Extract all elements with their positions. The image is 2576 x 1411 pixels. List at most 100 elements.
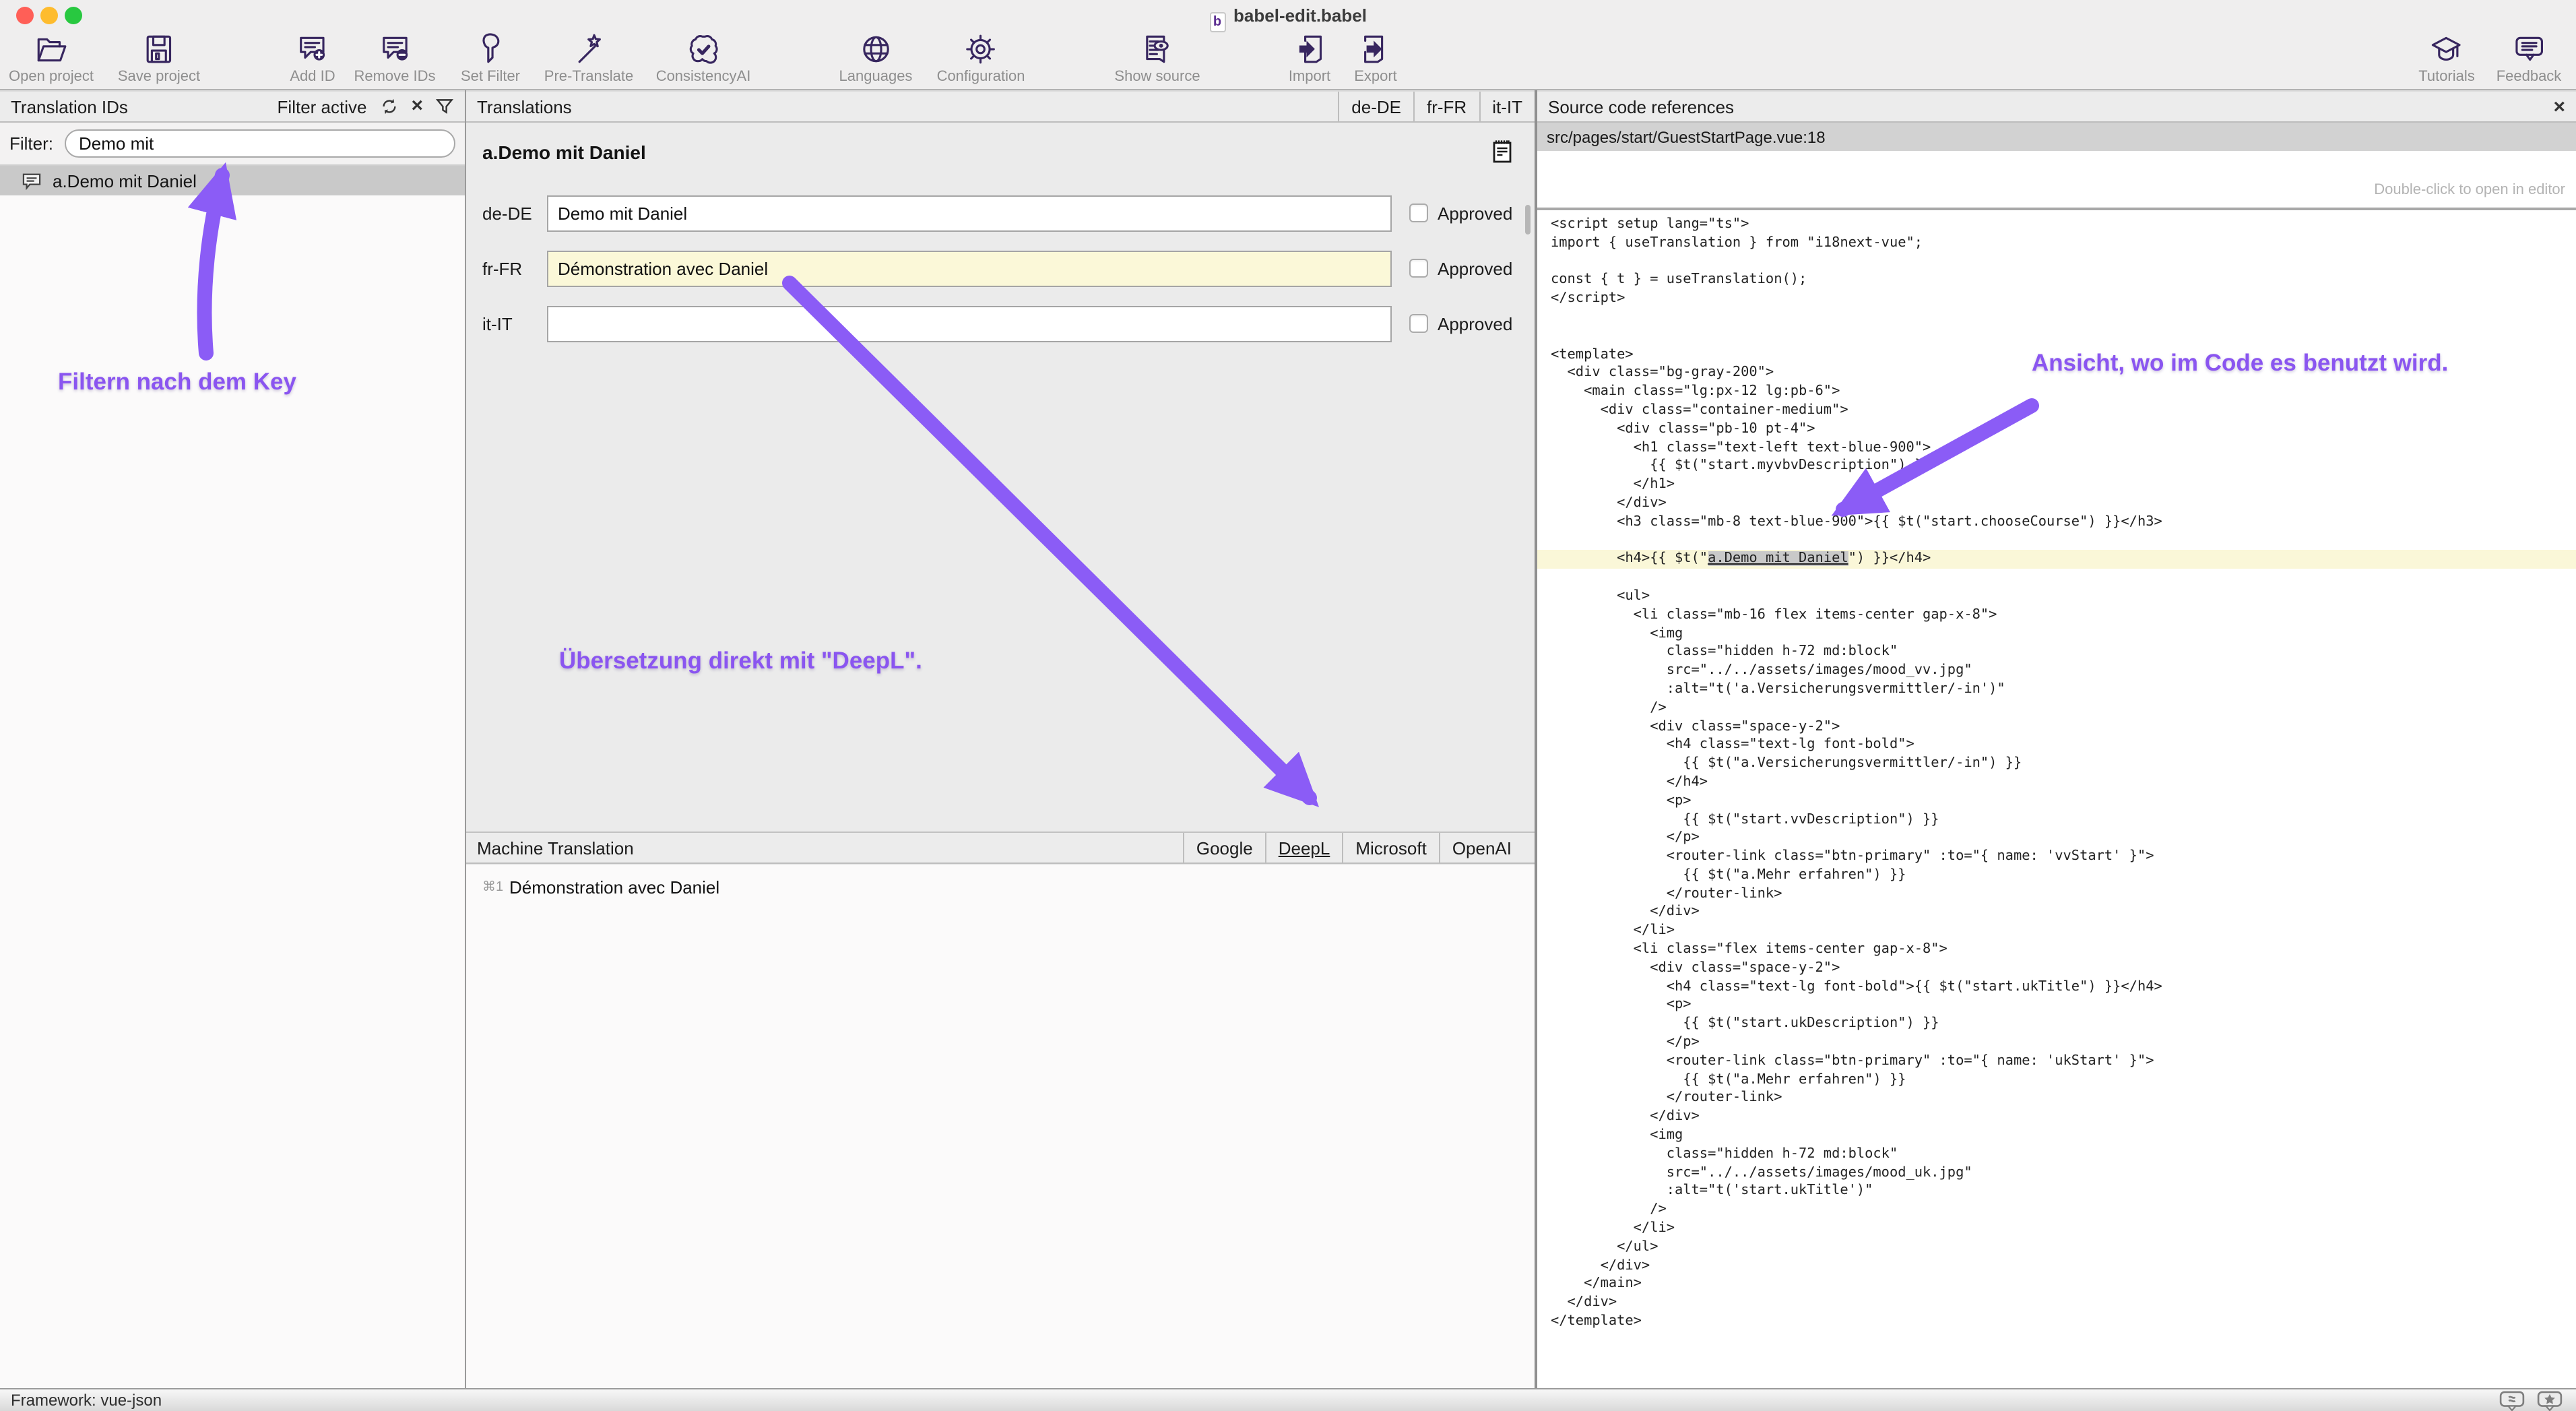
notes-icon[interactable] — [1493, 139, 1512, 170]
filter-funnel-icon[interactable] — [435, 97, 454, 116]
code-line: {{ $t("start.ukDescription") }} — [1537, 1015, 2576, 1034]
save-project-button[interactable]: Save project — [118, 32, 200, 89]
show-source-button[interactable]: Show source — [1114, 32, 1200, 89]
code-line: {{ $t("start.vvDescription") }} — [1537, 811, 2576, 829]
toolbar-label: Open project — [9, 69, 94, 85]
translation-input-fr-FR[interactable] — [547, 251, 1392, 287]
code-line: <img — [1537, 1127, 2576, 1146]
starred-badge-icon[interactable] — [2537, 1391, 2563, 1411]
code-line — [1537, 309, 2576, 327]
gear-icon — [964, 32, 998, 66]
translation-row-fr-FR: fr-FR Approved — [466, 251, 1535, 287]
fuzzy-match-bubble-icon[interactable] — [2499, 1391, 2525, 1411]
mt-provider-microsoft[interactable]: Microsoft — [1342, 833, 1438, 863]
code-line: </router-link> — [1537, 1090, 2576, 1108]
configuration-button[interactable]: Configuration — [937, 32, 1025, 89]
document-arrow-out-icon — [1359, 32, 1392, 66]
toolbar-label: Remove IDs — [354, 69, 435, 85]
pre-translate-button[interactable]: Pre-Translate — [544, 32, 633, 89]
code-line: <h4>{{ $t("a.Demo mit Daniel") }}</h4> — [1537, 551, 2576, 569]
feedback-button[interactable]: Feedback — [2497, 32, 2562, 89]
comment-bubble-icon — [22, 172, 42, 189]
machine-translation-header: Machine Translation Google DeepL Microso… — [466, 832, 1535, 864]
annotation-deepl-text: Übersetzung direkt mit "DeepL". — [559, 647, 922, 675]
code-line: </li> — [1537, 922, 2576, 941]
language-tab-fr-FR[interactable]: fr-FR — [1413, 92, 1479, 121]
graduation-cap-icon — [2430, 32, 2464, 66]
code-line: </router-link> — [1537, 885, 2576, 904]
approved-checkbox-fr-FR[interactable] — [1409, 259, 1428, 278]
mt-provider-deepl[interactable]: DeepL — [1265, 833, 1343, 863]
code-line: </div> — [1537, 904, 2576, 922]
filter-active-status: Filter active — [278, 96, 367, 117]
clear-filter-icon[interactable]: × — [411, 97, 423, 116]
code-line: src="../../assets/images/mood_uk.jpg" — [1537, 1164, 2576, 1183]
mt-provider-openai[interactable]: OpenAI — [1439, 833, 1524, 863]
translations-scrollbar-thumb[interactable] — [1525, 205, 1531, 234]
language-tab-de-DE[interactable]: de-DE — [1338, 92, 1413, 121]
toolbar-label: Show source — [1114, 69, 1200, 85]
approved-label: Approved — [1438, 203, 1512, 224]
translation-input-de-DE[interactable] — [547, 195, 1392, 232]
source-references-header: Source code references × — [1537, 90, 2576, 123]
source-code-view[interactable]: <script setup lang="ts">import { useTran… — [1537, 216, 2576, 1388]
refresh-icon[interactable] — [380, 97, 399, 116]
translation-input-it-IT[interactable] — [547, 306, 1392, 342]
code-line: {{ $t("a.Mehr erfahren") }} — [1537, 1071, 2576, 1090]
code-line: <h3 class="mb-8 text-blue-900">{{ $t("st… — [1537, 513, 2576, 532]
code-line: </script> — [1537, 290, 2576, 309]
filter-label: Filter: — [9, 133, 53, 154]
mt-result-row[interactable]: ⌘1 Démonstration avec Daniel — [466, 873, 1535, 900]
divider — [1537, 208, 2576, 210]
language-tab-it-IT[interactable]: it-IT — [1479, 92, 1535, 121]
code-line: </main> — [1537, 1276, 2576, 1294]
document-arrow-in-icon — [1293, 32, 1326, 66]
highlighted-translation-key[interactable]: a.Demo mit Daniel — [1708, 552, 1848, 567]
code-line: </ul> — [1537, 1238, 2576, 1257]
remove-ids-button[interactable]: Remove IDs — [354, 32, 435, 89]
toolbar-label: Tutorials — [2418, 69, 2475, 85]
filter-input[interactable] — [64, 129, 455, 158]
code-line: :alt="t('start.ukTitle')" — [1537, 1183, 2576, 1201]
consistency-ai-button[interactable]: ConsistencyAI — [656, 32, 751, 89]
code-line: </template> — [1537, 1313, 2576, 1331]
code-line: {{ $t("start.myvbvDescription") }} — [1537, 458, 2576, 476]
translation-row-it-IT: it-IT Approved — [466, 306, 1535, 342]
code-line: </div> — [1537, 1108, 2576, 1127]
code-line — [1537, 253, 2576, 272]
toolbar-label: ConsistencyAI — [656, 69, 751, 85]
code-line: </p> — [1537, 829, 2576, 848]
set-filter-button[interactable]: Set Filter — [461, 32, 520, 89]
code-lines: <script setup lang="ts">import { useTran… — [1537, 216, 2576, 1331]
code-line: src="../../assets/images/mood_vv.jpg" — [1537, 662, 2576, 681]
mt-provider-google[interactable]: Google — [1183, 833, 1265, 863]
translation-id-list-item[interactable]: a.Demo mit Daniel — [0, 166, 465, 195]
open-project-button[interactable]: Open project — [9, 32, 94, 89]
magic-wand-icon — [572, 32, 606, 66]
add-id-button[interactable]: Add ID — [290, 32, 335, 89]
code-line: <router-link class="btn-primary" :to="{ … — [1537, 848, 2576, 867]
code-line: </div> — [1537, 1294, 2576, 1313]
toolbar-label: Languages — [839, 69, 913, 85]
code-line: {{ $t("a.Versicherungsvermittler/-in") }… — [1537, 755, 2576, 774]
translations-panel: Translations de-DE fr-FR it-IT a.Demo mi… — [466, 90, 1535, 1388]
approved-checkbox-de-DE[interactable] — [1409, 203, 1428, 222]
folder-open-icon — [34, 32, 68, 66]
code-line: <div class="space-y-2"> — [1537, 960, 2576, 978]
source-reference-item[interactable]: src/pages/start/GuestStartPage.vue:18 — [1537, 123, 2576, 151]
tutorials-button[interactable]: Tutorials — [2418, 32, 2475, 89]
translation-ids-panel: Translation IDs Filter active × Filter: … — [0, 90, 465, 1388]
code-line: <ul> — [1537, 588, 2576, 606]
code-line: const { t } = useTranslation(); — [1537, 272, 2576, 290]
toolbar-label: Import — [1289, 69, 1330, 85]
close-panel-icon[interactable]: × — [2553, 95, 2565, 118]
filter-row: Filter: — [0, 123, 465, 166]
code-line: :alt="t('a.Versicherungsvermittler/-in')… — [1537, 681, 2576, 699]
languages-button[interactable]: Languages — [839, 32, 913, 89]
approved-checkbox-it-IT[interactable] — [1409, 314, 1428, 333]
export-button[interactable]: Export — [1354, 32, 1397, 89]
babeledit-document-icon: b — [1209, 12, 1225, 32]
toolbar-label: Export — [1354, 69, 1397, 85]
code-line: <p> — [1537, 792, 2576, 811]
import-button[interactable]: Import — [1289, 32, 1330, 89]
